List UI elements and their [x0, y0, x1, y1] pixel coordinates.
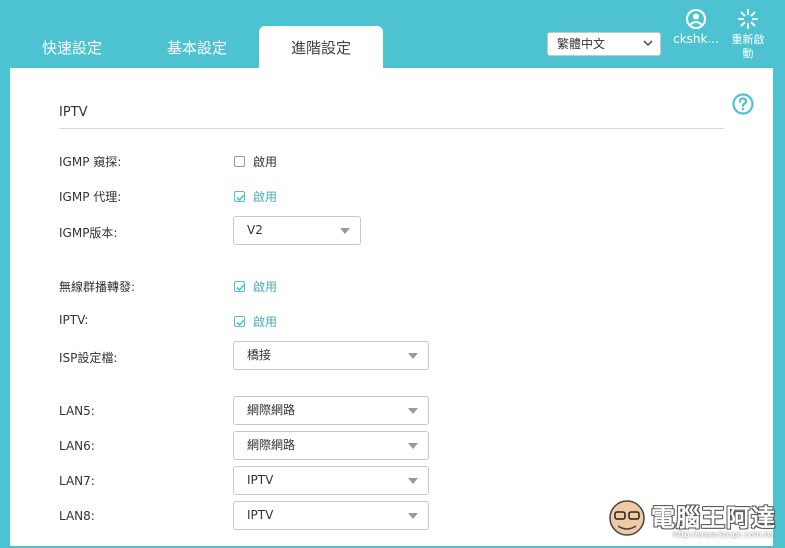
- igmp-snooping-label: IGMP 窺探:: [59, 155, 122, 169]
- lan8-value: IPTV: [247, 508, 274, 522]
- checkbox-box: [234, 316, 245, 327]
- tab-quick-setup[interactable]: 快速設定: [22, 26, 122, 68]
- reboot-label-line2: 動: [742, 47, 754, 60]
- user-icon: [686, 9, 706, 29]
- check-icon: [236, 319, 245, 327]
- igmp-proxy-label: IGMP 代理:: [59, 190, 122, 204]
- chevron-down-icon: [643, 40, 653, 47]
- reboot-icon: [738, 9, 758, 29]
- account-button[interactable]: ckshk...: [672, 8, 720, 46]
- check-icon: [236, 284, 245, 292]
- igmp-version-select[interactable]: V2: [233, 216, 361, 245]
- lan8-select[interactable]: IPTV: [233, 501, 429, 530]
- top-navigation-bar: 快速設定 基本設定 進階設定 繁體中文 ckshk... 重新啟 動: [0, 0, 785, 68]
- dropdown-arrow-icon: [340, 228, 350, 234]
- lan6-value: 網際網路: [247, 438, 296, 452]
- iptv-label: IPTV:: [59, 313, 89, 327]
- wireless-multicast-checkbox[interactable]: 啟用: [234, 278, 277, 295]
- content-panel: IPTV IGMP 窺探: 啟用 IGMP 代理: 啟用 IGMP版本: V2 …: [10, 68, 773, 546]
- igmp-version-label: IGMP版本:: [59, 226, 118, 240]
- igmp-proxy-option: 啟用: [253, 190, 278, 204]
- tab-basic[interactable]: 基本設定: [147, 26, 247, 68]
- reboot-label-line1: 重新啟: [731, 33, 765, 46]
- language-select-value: 繁體中文: [557, 37, 606, 51]
- lan5-label: LAN5:: [59, 404, 95, 418]
- dropdown-arrow-icon: [408, 408, 418, 414]
- igmp-snooping-checkbox[interactable]: 啟用: [234, 153, 277, 170]
- watermark-url: http://www.kocpc.com.tw: [673, 530, 774, 539]
- dropdown-arrow-icon: [408, 443, 418, 449]
- lan6-label: LAN6:: [59, 439, 95, 453]
- section-divider: [59, 128, 724, 129]
- tab-advanced[interactable]: 進階設定: [259, 26, 383, 68]
- igmp-version-value: V2: [247, 223, 263, 237]
- lan7-select[interactable]: IPTV: [233, 466, 429, 495]
- dropdown-arrow-icon: [408, 478, 418, 484]
- watermark-logo: 電腦王阿達 http://www.kocpc.com.tw: [603, 494, 778, 544]
- help-icon[interactable]: [732, 93, 754, 115]
- language-select[interactable]: 繁體中文: [547, 32, 661, 56]
- igmp-proxy-checkbox[interactable]: 啟用: [234, 188, 277, 205]
- lan6-select[interactable]: 網際網路: [233, 431, 429, 460]
- checkbox-box: [234, 281, 245, 292]
- lan8-label: LAN8:: [59, 509, 95, 523]
- lan5-select[interactable]: 網際網路: [233, 396, 429, 425]
- iptv-option: 啟用: [253, 315, 278, 329]
- lan7-label: LAN7:: [59, 474, 95, 488]
- section-title: IPTV: [59, 105, 88, 120]
- watermark-title: 電腦王阿達: [651, 504, 776, 532]
- checkbox-box: [234, 191, 245, 202]
- check-icon: [236, 194, 245, 202]
- dropdown-arrow-icon: [408, 353, 418, 359]
- reboot-button[interactable]: 重新啟 動: [725, 8, 771, 61]
- isp-profile-label: ISP設定檔:: [59, 351, 118, 365]
- dropdown-arrow-icon: [408, 513, 418, 519]
- lan7-value: IPTV: [247, 473, 274, 487]
- iptv-checkbox[interactable]: 啟用: [234, 313, 277, 330]
- isp-profile-select[interactable]: 橋接: [233, 341, 429, 370]
- wireless-multicast-option: 啟用: [253, 280, 278, 294]
- isp-profile-value: 橋接: [247, 348, 272, 362]
- checkbox-box: [234, 156, 245, 167]
- igmp-snooping-option: 啟用: [253, 155, 278, 169]
- lan5-value: 網際網路: [247, 403, 296, 417]
- wireless-multicast-label: 無線群播轉發:: [59, 280, 136, 294]
- account-label: ckshk...: [673, 32, 719, 46]
